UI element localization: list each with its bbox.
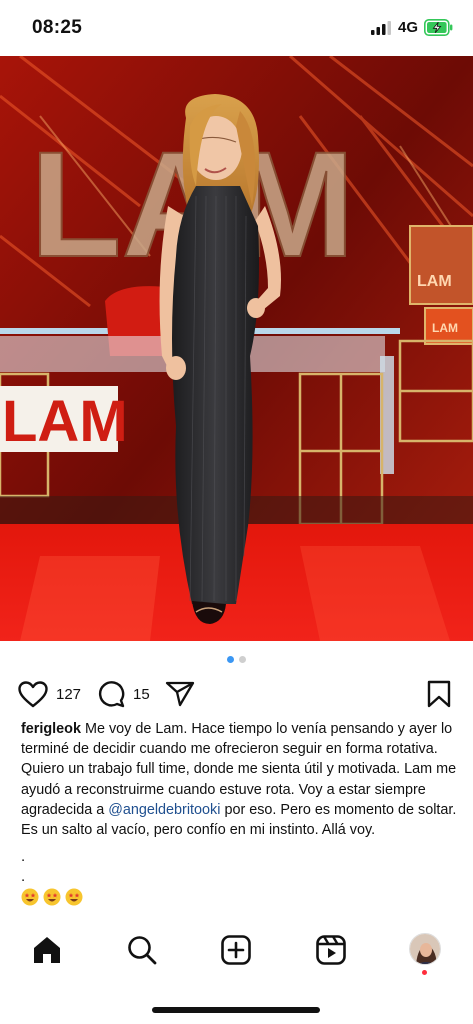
star-struck-emoji-icon [43, 888, 61, 906]
share-button[interactable] [165, 680, 195, 708]
comment-icon [99, 681, 125, 708]
caption-username[interactable]: ferigleok [21, 721, 81, 737]
bottom-nav [0, 930, 473, 972]
home-icon [34, 937, 60, 963]
carousel-indicator [0, 656, 473, 664]
monitor-top [409, 225, 473, 305]
nav-home[interactable] [31, 934, 63, 966]
signal-icon [371, 21, 391, 35]
save-button[interactable] [427, 680, 451, 708]
like-button[interactable]: 127 [18, 680, 81, 708]
battery-charging-icon [424, 19, 453, 36]
caption-dot: . [21, 848, 26, 865]
post-actions: 127 15 [0, 676, 473, 712]
status-bar: 08:25 4G [0, 0, 473, 56]
send-icon [165, 681, 195, 707]
svg-text:LAM: LAM [417, 273, 452, 290]
like-count[interactable]: 127 [56, 686, 81, 703]
nav-create[interactable] [220, 934, 252, 966]
caption-emojis [21, 888, 83, 908]
caption-dot: . [21, 868, 26, 885]
avatar-image [410, 934, 440, 964]
profile-avatar[interactable] [409, 933, 441, 965]
search-icon [128, 936, 157, 965]
nav-search[interactable] [126, 934, 158, 966]
post-caption: ferigleok Me voy de Lam. Hace tiempo lo … [21, 719, 461, 840]
lam-desk-logo: LAM [2, 389, 128, 454]
nav-reels[interactable] [315, 934, 347, 966]
carousel-dot [239, 656, 246, 663]
reels-icon [316, 935, 346, 965]
svg-text:LAM: LAM [432, 321, 458, 335]
bookmark-icon [427, 680, 451, 708]
comment-button[interactable]: 15 [97, 680, 150, 708]
create-icon [221, 935, 251, 965]
tv-set-scene: LAM LAM LAM LAM [0, 56, 473, 641]
caption-mention[interactable]: @angeldebritooki [108, 802, 220, 818]
notification-dot [422, 970, 427, 975]
star-struck-emoji-icon [65, 888, 83, 906]
status-time: 08:25 [32, 17, 83, 38]
star-struck-emoji-icon [21, 888, 39, 906]
heart-icon [18, 680, 48, 707]
comment-count[interactable]: 15 [133, 686, 150, 703]
home-indicator [152, 1007, 320, 1013]
network-label: 4G [398, 19, 419, 36]
post-photo[interactable]: LAM LAM LAM LAM [0, 56, 473, 641]
carousel-dot-active [227, 656, 234, 663]
